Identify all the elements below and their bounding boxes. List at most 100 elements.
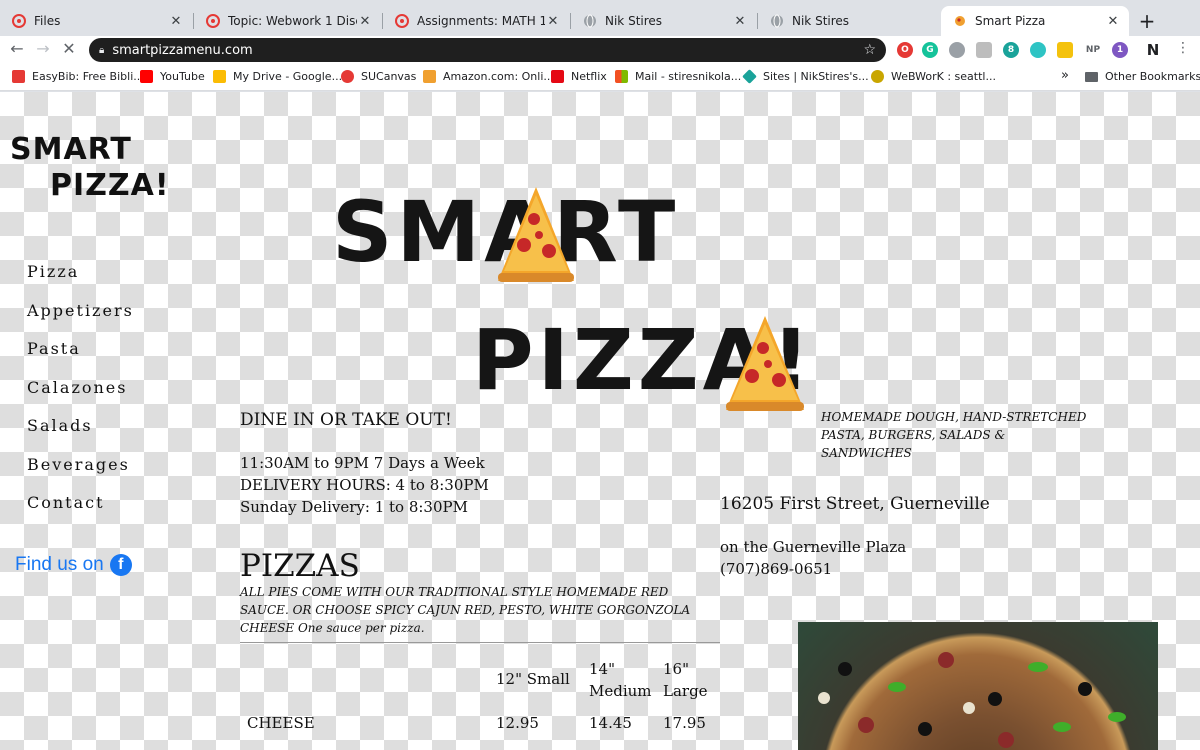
extension-icon[interactable] xyxy=(976,42,992,58)
nav-calazones[interactable]: Calazones xyxy=(27,378,134,417)
close-icon[interactable]: ✕ xyxy=(732,14,748,29)
canvas-icon xyxy=(341,70,354,83)
size-label: 14" xyxy=(589,660,615,678)
close-icon[interactable]: ✕ xyxy=(168,14,184,29)
nav-pasta[interactable]: Pasta xyxy=(27,339,134,378)
youtube-icon xyxy=(140,70,153,83)
pizza-slice-icon xyxy=(498,187,574,282)
globe-icon xyxy=(583,14,597,28)
np-extension-icon[interactable]: NP xyxy=(1082,42,1104,58)
bookmark-label: My Drive - Google... xyxy=(233,70,343,83)
bookmark-amazon[interactable]: Amazon.com: Onli... xyxy=(423,70,554,83)
size-label: Medium xyxy=(589,682,652,700)
globe-icon xyxy=(770,14,784,28)
amazon-icon xyxy=(423,70,436,83)
extension-icon[interactable] xyxy=(949,42,965,58)
tab-nik-stires-2[interactable]: Nik Stires xyxy=(758,6,940,36)
url-text: smartpizzamenu.com xyxy=(112,42,253,58)
canvas-icon xyxy=(206,14,220,28)
tab-title: Nik Stires xyxy=(792,14,850,28)
tab-webwork-discussion[interactable]: Topic: Webwork 1 Discussion ✕ xyxy=(194,6,381,36)
menu-kebab-icon[interactable]: ⋮ xyxy=(1172,40,1194,56)
drive-icon xyxy=(213,70,226,83)
divider xyxy=(240,642,720,643)
canvas-icon xyxy=(12,14,26,28)
canvas-icon xyxy=(395,14,409,28)
folder-icon xyxy=(1085,71,1098,82)
bookmark-favicon xyxy=(12,70,25,83)
size-header-small: 12" Small xyxy=(496,668,570,690)
extension-icon[interactable] xyxy=(1030,42,1046,58)
bookmark-sites[interactable]: Sites | NikStires's... xyxy=(742,69,869,84)
price-small: 12.95 xyxy=(496,714,539,732)
tab-assignments[interactable]: Assignments: MATH 1336 0 ✕ xyxy=(383,6,569,36)
address-bar[interactable]: 🔒︎ smartpizzamenu.com ☆ xyxy=(89,38,886,62)
bookmark-sucanvas[interactable]: SUCanvas xyxy=(341,70,416,83)
bookmarks-bar: EasyBib: Free Bibli... YouTube My Drive … xyxy=(0,65,1200,91)
bookmark-label: YouTube xyxy=(160,70,205,83)
forward-arrow-icon[interactable]: → xyxy=(32,39,54,58)
close-icon[interactable]: ✕ xyxy=(545,14,561,29)
bookmark-youtube[interactable]: YouTube xyxy=(140,70,205,83)
address: 16205 First Street, Guerneville xyxy=(720,494,990,514)
find-us-on-facebook-link[interactable]: Find us on f xyxy=(15,554,132,576)
logo-line-2: PIZZA! xyxy=(50,168,170,203)
bookmarks-overflow-button[interactable]: » xyxy=(1061,68,1069,83)
sites-icon xyxy=(742,69,757,84)
microsoft-icon xyxy=(615,70,628,83)
nav-pizza[interactable]: Pizza xyxy=(27,262,134,301)
facebook-icon: f xyxy=(109,554,132,576)
price-medium: 14.45 xyxy=(589,714,632,732)
size-header-large: 16" Large xyxy=(663,658,708,702)
size-label: 16" xyxy=(663,660,689,678)
tab-title: Topic: Webwork 1 Discussion xyxy=(228,14,357,28)
nav-contact[interactable]: Contact xyxy=(27,493,134,532)
other-bookmarks[interactable]: Other Bookmarks xyxy=(1085,70,1200,83)
bookmark-star-icon[interactable]: ☆ xyxy=(863,42,876,58)
profile-avatar[interactable]: N xyxy=(1145,41,1161,59)
new-tab-button[interactable]: + xyxy=(1136,9,1158,33)
site-logo[interactable]: SMART PIZZA! xyxy=(10,132,170,204)
grammarly-extension-icon[interactable]: G xyxy=(922,42,938,58)
phone-number[interactable]: (707)869-0651 xyxy=(720,558,906,580)
tab-files[interactable]: Files ✕ xyxy=(0,6,192,36)
bookmark-easybib[interactable]: EasyBib: Free Bibli... xyxy=(12,70,144,83)
pizzas-heading: PIZZAS xyxy=(240,548,360,584)
tab-title: Assignments: MATH 1336 0 xyxy=(417,14,545,28)
tab-title: Smart Pizza xyxy=(975,14,1046,28)
opera-extension-icon[interactable]: O xyxy=(897,42,913,58)
pizza-photo xyxy=(798,622,1158,750)
bookmark-netflix[interactable]: Netflix xyxy=(551,70,607,83)
bookmark-label: Mail - stiresnikola... xyxy=(635,70,742,83)
nav-appetizers[interactable]: Appetizers xyxy=(27,301,134,340)
size-label: Large xyxy=(663,682,708,700)
tab-smart-pizza[interactable]: Smart Pizza ✕ xyxy=(941,6,1129,36)
nav-beverages[interactable]: Beverages xyxy=(27,455,134,494)
tab-title: Files xyxy=(34,14,61,28)
bookmark-webwork[interactable]: WeBWorK : seattl... xyxy=(871,70,996,83)
nav-salads[interactable]: Salads xyxy=(27,416,134,455)
browser-toolbar: ← → ✕ 🔒︎ smartpizzamenu.com ☆ O G 8 NP 1… xyxy=(0,36,1200,65)
pizzas-note: ALL PIES COME WITH OUR TRADITIONAL STYLE… xyxy=(240,585,691,635)
page-content: SMART PIZZA! Pizza Appetizers Pasta Cala… xyxy=(0,92,1200,750)
back-arrow-icon[interactable]: ← xyxy=(6,39,28,58)
bookmark-my-drive[interactable]: My Drive - Google... xyxy=(213,70,342,83)
extension-icon[interactable] xyxy=(1057,42,1073,58)
pizza-slice-icon xyxy=(726,316,804,411)
bookmark-mail[interactable]: Mail - stiresnikola... xyxy=(615,70,741,83)
tab-strip: Files ✕ Topic: Webwork 1 Discussion ✕ As… xyxy=(0,0,1200,36)
tagline: HOMEMADE DOUGH, HAND-STRETCHED PASTA, BU… xyxy=(821,410,1087,460)
badge-extension-icon[interactable]: 1 xyxy=(1112,42,1128,58)
bookmark-label: Other Bookmarks xyxy=(1105,70,1200,83)
bookmark-label: EasyBib: Free Bibli... xyxy=(32,70,144,83)
close-icon[interactable]: ✕ xyxy=(357,14,373,29)
stop-loading-icon[interactable]: ✕ xyxy=(58,39,80,58)
plaza-text: on the Guerneville Plaza xyxy=(720,538,907,556)
webwork-icon xyxy=(871,70,884,83)
bookmark-label: WeBWorK : seattl... xyxy=(891,70,996,83)
location-block: on the Guerneville Plaza (707)869-0651 xyxy=(720,536,906,580)
tab-nik-stires-1[interactable]: Nik Stires ✕ xyxy=(571,6,756,36)
close-icon[interactable]: ✕ xyxy=(1105,14,1121,29)
badge-extension-icon[interactable]: 8 xyxy=(1003,42,1019,58)
bookmark-label: Netflix xyxy=(571,70,607,83)
